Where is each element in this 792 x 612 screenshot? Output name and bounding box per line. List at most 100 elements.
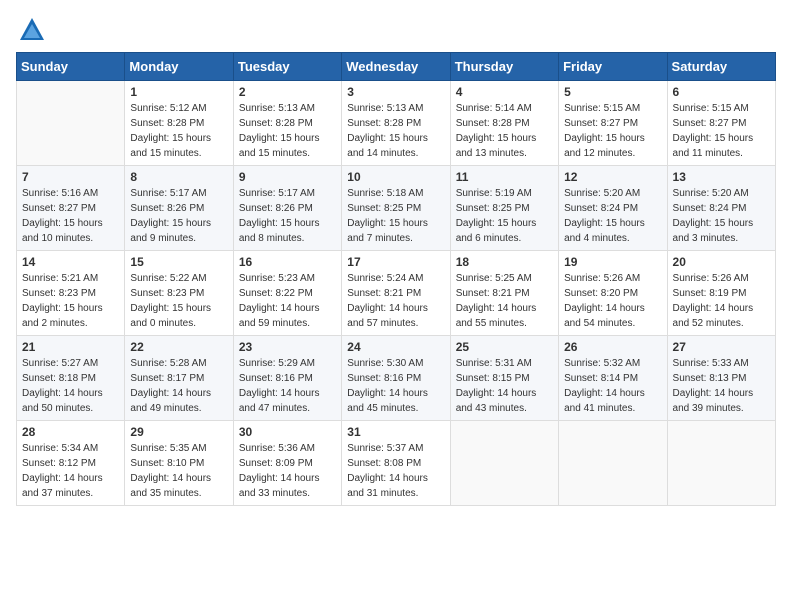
calendar-cell: 14 Sunrise: 5:21 AM Sunset: 8:23 PM Dayli… <box>17 251 125 336</box>
day-info: Sunrise: 5:20 AM Sunset: 8:24 PM Dayligh… <box>673 186 770 246</box>
day-info: Sunrise: 5:17 AM Sunset: 8:26 PM Dayligh… <box>239 186 336 246</box>
column-header-monday: Monday <box>125 53 233 81</box>
header <box>16 16 776 44</box>
calendar-cell: 20Sunrise: 5:26 AM Sunset: 8:19 PM Dayli… <box>667 251 775 336</box>
calendar-cell <box>667 421 775 506</box>
day-info: Sunrise: 5:27 AM Sunset: 8:18 PM Dayligh… <box>22 356 119 416</box>
calendar-week-row: 7 Sunrise: 5:16 AM Sunset: 8:27 PM Daylig… <box>17 166 776 251</box>
calendar-cell: 25 Sunrise: 5:31 AM Sunset: 8:15 PM Dayli… <box>450 336 558 421</box>
calendar-cell: 12Sunrise: 5:20 AM Sunset: 8:24 PM Dayli… <box>559 166 667 251</box>
day-number: 1 <box>130 85 227 99</box>
column-header-friday: Friday <box>559 53 667 81</box>
calendar-cell <box>17 81 125 166</box>
day-info: Sunrise: 5:23 AM Sunset: 8:22 PM Dayligh… <box>239 271 336 331</box>
day-info: Sunrise: 5:35 AM Sunset: 8:10 PM Dayligh… <box>130 441 227 501</box>
calendar-cell: 26 Sunrise: 5:32 AM Sunset: 8:14 PM Dayli… <box>559 336 667 421</box>
day-info: Sunrise: 5:19 AM Sunset: 8:25 PM Dayligh… <box>456 186 553 246</box>
logo-icon <box>18 16 46 44</box>
calendar-cell: 19 Sunrise: 5:26 AM Sunset: 8:20 PM Dayli… <box>559 251 667 336</box>
day-info: Sunrise: 5:26 AM Sunset: 8:19 PM Dayligh… <box>673 271 770 331</box>
day-info: Sunrise: 5:28 AM Sunset: 8:17 PM Dayligh… <box>130 356 227 416</box>
day-number: 15 <box>130 255 227 269</box>
day-number: 21 <box>22 340 119 354</box>
day-info: Sunrise: 5:17 AM Sunset: 8:26 PM Dayligh… <box>130 186 227 246</box>
calendar-header-row: SundayMondayTuesdayWednesdayThursdayFrid… <box>17 53 776 81</box>
calendar-week-row: 28Sunrise: 5:34 AM Sunset: 8:12 PM Dayli… <box>17 421 776 506</box>
day-info: Sunrise: 5:26 AM Sunset: 8:20 PM Dayligh… <box>564 271 661 331</box>
calendar-cell: 23Sunrise: 5:29 AM Sunset: 8:16 PM Dayli… <box>233 336 341 421</box>
day-info: Sunrise: 5:13 AM Sunset: 8:28 PM Dayligh… <box>239 101 336 161</box>
day-number: 31 <box>347 425 444 439</box>
day-info: Sunrise: 5:25 AM Sunset: 8:21 PM Dayligh… <box>456 271 553 331</box>
calendar-cell: 11 Sunrise: 5:19 AM Sunset: 8:25 PM Dayli… <box>450 166 558 251</box>
day-number: 2 <box>239 85 336 99</box>
calendar-cell: 30 Sunrise: 5:36 AM Sunset: 8:09 PM Dayli… <box>233 421 341 506</box>
calendar-cell: 5 Sunrise: 5:15 AM Sunset: 8:27 PM Daylig… <box>559 81 667 166</box>
calendar-cell: 18 Sunrise: 5:25 AM Sunset: 8:21 PM Dayli… <box>450 251 558 336</box>
calendar-cell: 8 Sunrise: 5:17 AM Sunset: 8:26 PM Daylig… <box>125 166 233 251</box>
day-info: Sunrise: 5:16 AM Sunset: 8:27 PM Dayligh… <box>22 186 119 246</box>
calendar-cell <box>450 421 558 506</box>
calendar-cell: 17 Sunrise: 5:24 AM Sunset: 8:21 PM Dayli… <box>342 251 450 336</box>
day-number: 7 <box>22 170 119 184</box>
day-number: 11 <box>456 170 553 184</box>
column-header-sunday: Sunday <box>17 53 125 81</box>
calendar-cell <box>559 421 667 506</box>
day-info: Sunrise: 5:36 AM Sunset: 8:09 PM Dayligh… <box>239 441 336 501</box>
calendar-cell: 10 Sunrise: 5:18 AM Sunset: 8:25 PM Dayli… <box>342 166 450 251</box>
calendar-cell: 31 Sunrise: 5:37 AM Sunset: 8:08 PM Dayli… <box>342 421 450 506</box>
day-number: 25 <box>456 340 553 354</box>
day-info: Sunrise: 5:31 AM Sunset: 8:15 PM Dayligh… <box>456 356 553 416</box>
calendar-cell: 3 Sunrise: 5:13 AM Sunset: 8:28 PM Daylig… <box>342 81 450 166</box>
calendar-cell: 6Sunrise: 5:15 AM Sunset: 8:27 PM Daylig… <box>667 81 775 166</box>
day-number: 18 <box>456 255 553 269</box>
calendar-cell: 16 Sunrise: 5:23 AM Sunset: 8:22 PM Dayli… <box>233 251 341 336</box>
calendar-cell: 2 Sunrise: 5:13 AM Sunset: 8:28 PM Daylig… <box>233 81 341 166</box>
day-number: 17 <box>347 255 444 269</box>
day-number: 13 <box>673 170 770 184</box>
day-number: 26 <box>564 340 661 354</box>
day-number: 16 <box>239 255 336 269</box>
day-info: Sunrise: 5:13 AM Sunset: 8:28 PM Dayligh… <box>347 101 444 161</box>
day-info: Sunrise: 5:33 AM Sunset: 8:13 PM Dayligh… <box>673 356 770 416</box>
day-number: 23 <box>239 340 336 354</box>
day-number: 24 <box>347 340 444 354</box>
calendar-table: SundayMondayTuesdayWednesdayThursdayFrid… <box>16 52 776 506</box>
calendar-cell: 29Sunrise: 5:35 AM Sunset: 8:10 PM Dayli… <box>125 421 233 506</box>
day-number: 4 <box>456 85 553 99</box>
day-number: 22 <box>130 340 227 354</box>
day-number: 5 <box>564 85 661 99</box>
calendar-cell: 15Sunrise: 5:22 AM Sunset: 8:23 PM Dayli… <box>125 251 233 336</box>
logo <box>16 16 46 44</box>
day-info: Sunrise: 5:21 AM Sunset: 8:23 PM Dayligh… <box>22 271 119 331</box>
day-info: Sunrise: 5:37 AM Sunset: 8:08 PM Dayligh… <box>347 441 444 501</box>
day-info: Sunrise: 5:15 AM Sunset: 8:27 PM Dayligh… <box>564 101 661 161</box>
day-number: 8 <box>130 170 227 184</box>
calendar-cell: 22 Sunrise: 5:28 AM Sunset: 8:17 PM Dayli… <box>125 336 233 421</box>
column-header-saturday: Saturday <box>667 53 775 81</box>
day-number: 19 <box>564 255 661 269</box>
column-header-wednesday: Wednesday <box>342 53 450 81</box>
day-info: Sunrise: 5:32 AM Sunset: 8:14 PM Dayligh… <box>564 356 661 416</box>
calendar-cell: 27 Sunrise: 5:33 AM Sunset: 8:13 PM Dayli… <box>667 336 775 421</box>
day-number: 14 <box>22 255 119 269</box>
calendar-cell: 7 Sunrise: 5:16 AM Sunset: 8:27 PM Daylig… <box>17 166 125 251</box>
calendar-cell: 1 Sunrise: 5:12 AM Sunset: 8:28 PM Daylig… <box>125 81 233 166</box>
day-info: Sunrise: 5:24 AM Sunset: 8:21 PM Dayligh… <box>347 271 444 331</box>
day-info: Sunrise: 5:20 AM Sunset: 8:24 PM Dayligh… <box>564 186 661 246</box>
day-info: Sunrise: 5:12 AM Sunset: 8:28 PM Dayligh… <box>130 101 227 161</box>
day-info: Sunrise: 5:15 AM Sunset: 8:27 PM Dayligh… <box>673 101 770 161</box>
day-info: Sunrise: 5:34 AM Sunset: 8:12 PM Dayligh… <box>22 441 119 501</box>
day-info: Sunrise: 5:18 AM Sunset: 8:25 PM Dayligh… <box>347 186 444 246</box>
calendar-cell: 13 Sunrise: 5:20 AM Sunset: 8:24 PM Dayli… <box>667 166 775 251</box>
calendar-week-row: 1 Sunrise: 5:12 AM Sunset: 8:28 PM Daylig… <box>17 81 776 166</box>
column-header-thursday: Thursday <box>450 53 558 81</box>
day-number: 3 <box>347 85 444 99</box>
day-number: 10 <box>347 170 444 184</box>
day-number: 27 <box>673 340 770 354</box>
calendar-week-row: 14 Sunrise: 5:21 AM Sunset: 8:23 PM Dayli… <box>17 251 776 336</box>
calendar-cell: 28Sunrise: 5:34 AM Sunset: 8:12 PM Dayli… <box>17 421 125 506</box>
day-number: 30 <box>239 425 336 439</box>
day-number: 9 <box>239 170 336 184</box>
column-header-tuesday: Tuesday <box>233 53 341 81</box>
